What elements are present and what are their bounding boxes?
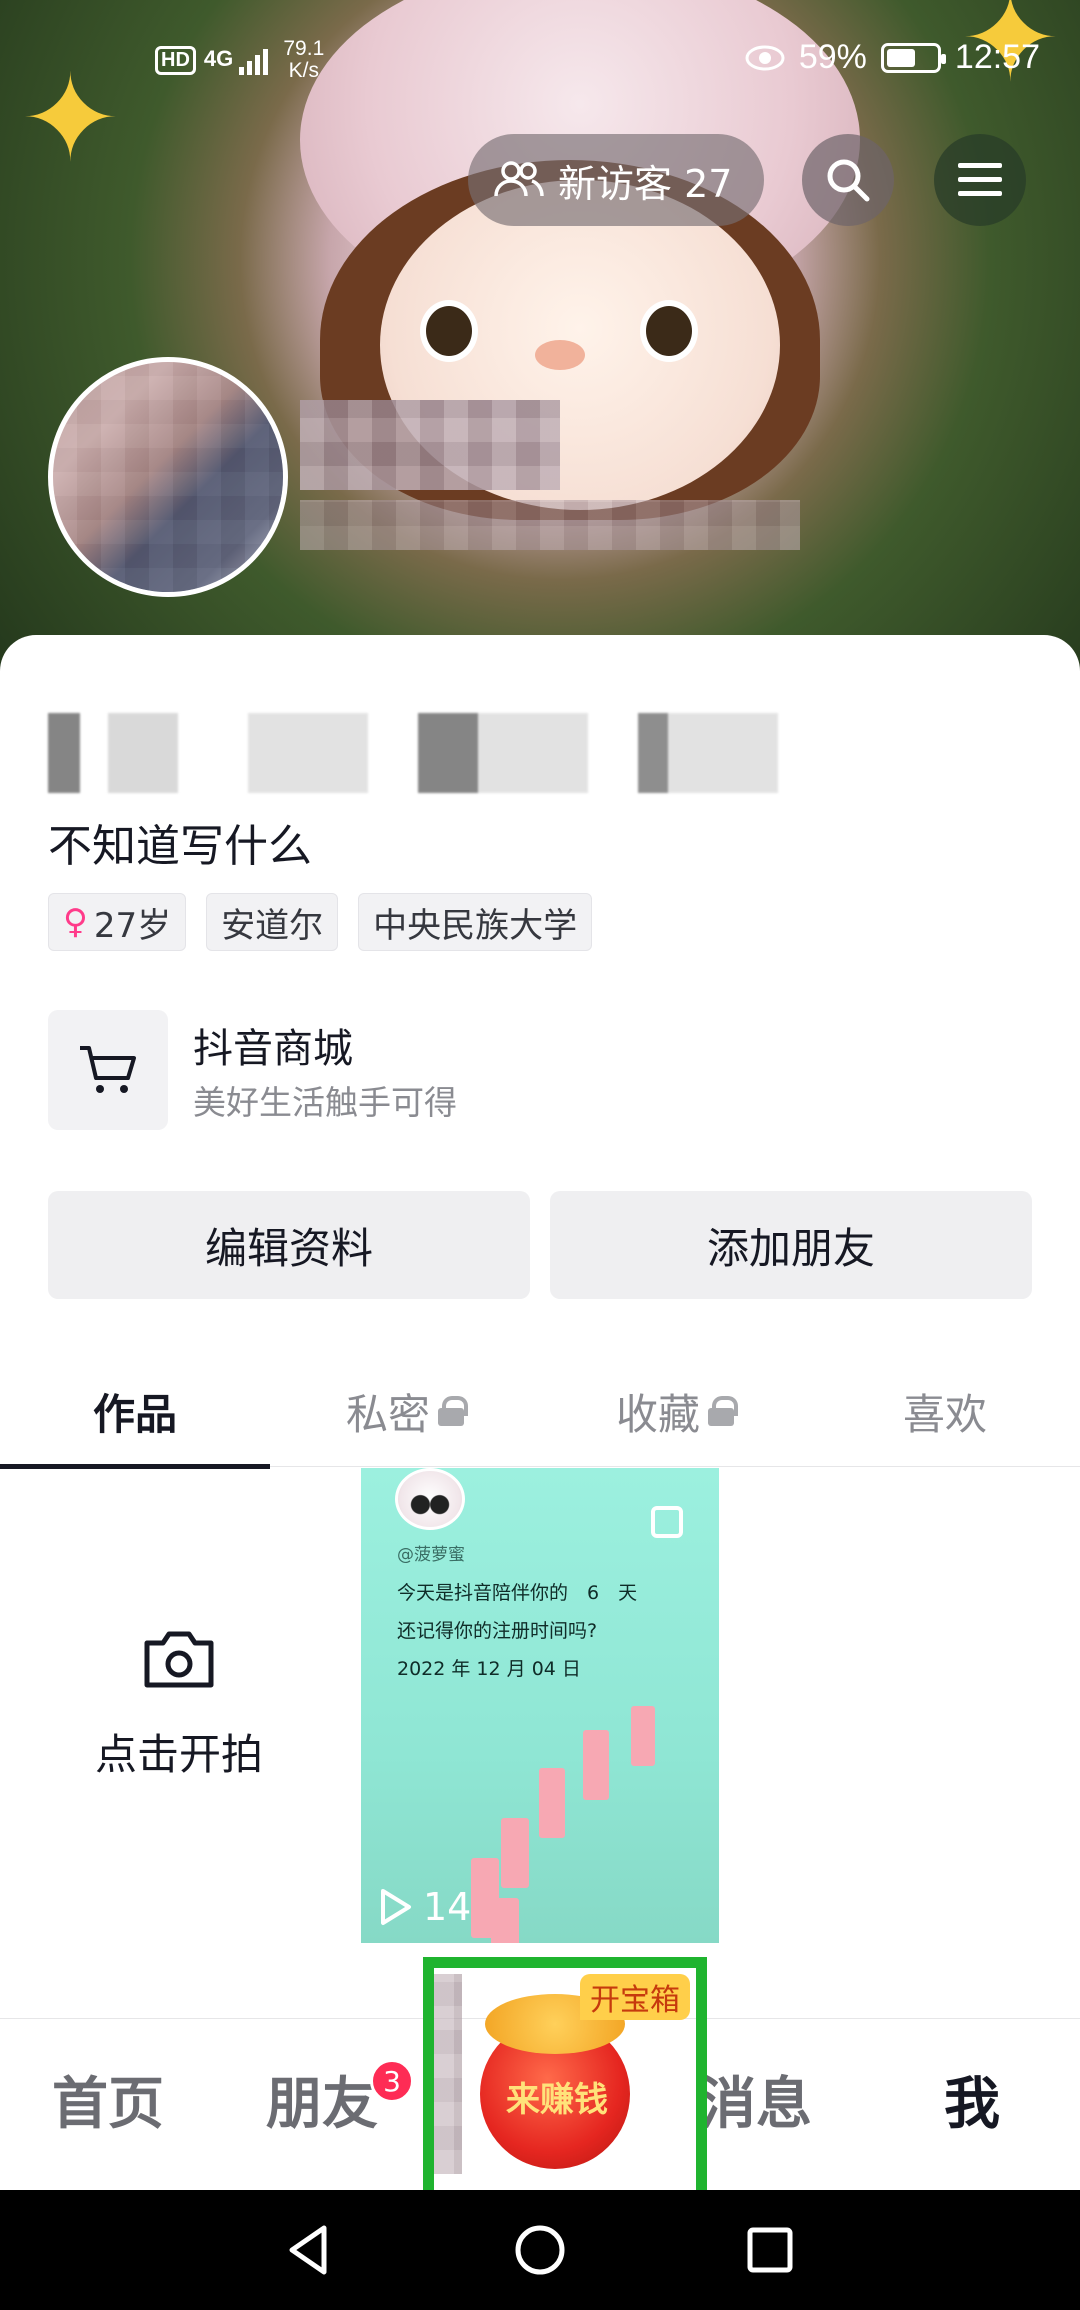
friends-badge: 3 — [370, 2059, 414, 2103]
nickname-redacted — [300, 400, 560, 490]
video-text-line: 今天是抖音陪伴你的 6 天 — [397, 1582, 638, 1604]
search-button[interactable] — [802, 134, 894, 226]
eye-comfort-icon — [745, 45, 785, 70]
new-visitors-label: 新访客 27 — [558, 161, 733, 206]
tag-age: ♀ 27岁 — [48, 893, 187, 951]
video-handle: @菠萝蜜 — [397, 1545, 465, 1565]
cart-icon — [80, 1046, 136, 1093]
content-tabs: 作品 私密 收藏 喜欢 — [0, 1355, 1080, 1469]
avatar-pixelation — [53, 362, 283, 592]
tab-private[interactable]: 私密 — [270, 1355, 540, 1467]
mall-title: 抖音商城 — [193, 1026, 353, 1072]
profile-bio: 不知道写什么 — [48, 821, 312, 872]
people-icon — [494, 161, 544, 197]
tab-works[interactable]: 作品 — [0, 1355, 270, 1469]
domino-shape — [491, 1898, 519, 1943]
video-text-line: 还记得你的注册时间吗? — [397, 1620, 598, 1642]
avatar[interactable] — [48, 357, 288, 597]
profile-sheet: 不知道写什么 ♀ 27岁 安道尔 中央民族大学 抖音商城 美好生活触手可得 编辑… — [0, 635, 1080, 2020]
mall-subtitle: 美好生活触手可得 — [193, 1083, 457, 1122]
works-grid: 点击开拍 @菠萝蜜 今天是抖音陪伴你的 6 天 还记得你的注册时间吗? 2022… — [0, 1468, 1080, 1968]
add-friend-button[interactable]: 添加朋友 — [550, 1191, 1032, 1299]
cover-art-eye — [420, 300, 478, 362]
video-text-line: 2022 年 12 月 04 日 — [397, 1658, 581, 1680]
hamburger-icon — [958, 163, 1002, 196]
lock-icon — [438, 1396, 468, 1426]
status-bar: HD 4G 79.1 K/s 59% 12:57 — [0, 0, 1080, 120]
domino-shape — [631, 1706, 655, 1766]
hd-icon: HD — [155, 45, 196, 75]
back-icon[interactable] — [280, 2220, 340, 2280]
cover-art-eye — [640, 300, 698, 362]
duplicate-icon — [651, 1506, 683, 1538]
nav-me[interactable]: 我 — [944, 2059, 1000, 2140]
panda-avatar — [395, 1468, 465, 1530]
domino-shape — [583, 1730, 609, 1800]
new-visitors-button[interactable]: 新访客 27 — [468, 134, 764, 226]
recents-icon[interactable] — [740, 2220, 800, 2280]
nav-home[interactable]: 首页 — [52, 2059, 164, 2140]
battery-icon — [880, 42, 946, 73]
menu-button[interactable] — [934, 134, 1026, 226]
cart-icon-box — [48, 1010, 168, 1130]
douyin-mall-entry[interactable]: 抖音商城 美好生活触手可得 — [48, 1010, 1028, 1130]
capture-label: 点击开拍 — [94, 1730, 263, 1779]
cover-art-mouth — [535, 340, 585, 370]
battery-percent: 59% — [798, 38, 867, 76]
highlight-box — [423, 1957, 707, 2215]
profile-tags: ♀ 27岁 安道尔 中央民族大学 — [48, 893, 593, 951]
stats-redacted — [48, 713, 908, 793]
domino-shape — [539, 1768, 565, 1838]
clock: 12:57 — [954, 38, 1040, 76]
play-count: 14 — [379, 1885, 471, 1929]
nav-messages[interactable]: 消息 — [700, 2059, 812, 2140]
profile-stats — [48, 693, 1048, 803]
edit-profile-button[interactable]: 编辑资料 — [48, 1191, 530, 1299]
home-icon[interactable] — [510, 2220, 570, 2280]
lock-icon — [708, 1396, 738, 1426]
female-icon: ♀ — [63, 902, 88, 942]
douyin-id-redacted — [300, 500, 800, 550]
tab-favorites[interactable]: 收藏 — [540, 1355, 810, 1467]
capture-tile[interactable]: 点击开拍 — [0, 1468, 358, 1943]
search-icon — [827, 159, 870, 202]
tab-likes[interactable]: 喜欢 — [810, 1355, 1080, 1467]
domino-shape — [501, 1818, 529, 1888]
nav-friends[interactable]: 朋友 — [266, 2059, 378, 2140]
system-nav-bar — [0, 2190, 1080, 2310]
play-icon — [381, 1889, 411, 1925]
tag-location: 安道尔 — [206, 893, 339, 951]
video-thumbnail[interactable]: @菠萝蜜 今天是抖音陪伴你的 6 天 还记得你的注册时间吗? 2022 年 12… — [361, 1468, 719, 1943]
camera-icon — [144, 1631, 214, 1688]
net-speed: 79.1 K/s — [283, 37, 325, 82]
tag-school: 中央民族大学 — [358, 893, 593, 951]
signal-icon: 4G — [204, 45, 275, 75]
